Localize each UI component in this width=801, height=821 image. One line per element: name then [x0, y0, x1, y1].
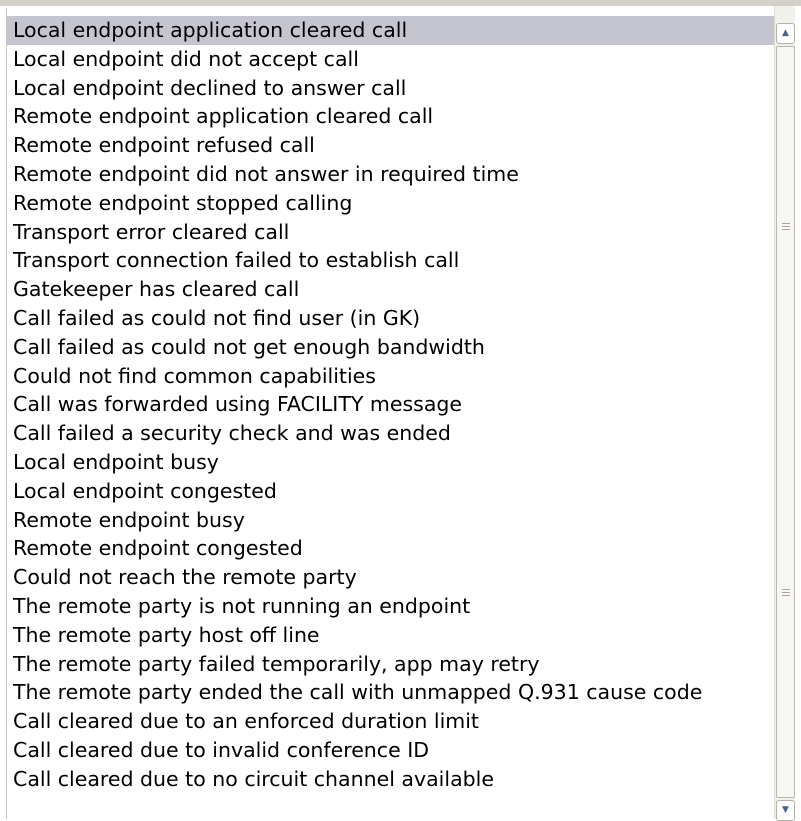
list-items: Local endpoint application cleared call L…	[7, 16, 777, 794]
list-item[interactable]: Local endpoint busy	[7, 448, 777, 477]
list-item[interactable]: Local endpoint congested	[7, 477, 777, 506]
list-item[interactable]: The remote party host off line	[7, 621, 777, 650]
list-item[interactable]: Remote endpoint congested	[7, 534, 777, 563]
list-item[interactable]: Call cleared due to invalid conference I…	[7, 736, 777, 765]
list-item[interactable]: Call failed as could not get enough band…	[7, 333, 777, 362]
list-item[interactable]: The remote party is not running an endpo…	[7, 592, 777, 621]
list-item[interactable]: Call failed a security check and was end…	[7, 419, 777, 448]
grip-icon	[782, 589, 790, 596]
list-item[interactable]: Remote endpoint application cleared call	[7, 102, 777, 131]
list-item[interactable]: Call was forwarded using FACILITY messag…	[7, 390, 777, 419]
list-item[interactable]: Call cleared due to an enforced duration…	[7, 707, 777, 736]
list-item[interactable]: Remote endpoint did not answer in requir…	[7, 160, 777, 189]
list-item[interactable]: The remote party ended the call with unm…	[7, 678, 777, 707]
grip-icon	[782, 223, 790, 230]
list-item[interactable]: Local endpoint did not accept call	[7, 45, 777, 74]
scroll-up-button[interactable]: ▲	[776, 23, 795, 44]
list-item[interactable]: Local endpoint application cleared call	[7, 16, 777, 45]
call-end-reason-listbox[interactable]: Local endpoint application cleared call L…	[6, 8, 801, 819]
window-top-edge	[0, 0, 801, 6]
vertical-scrollbar[interactable]: ▲ ▼	[774, 6, 795, 821]
chevron-down-icon: ▼	[782, 805, 789, 815]
list-item[interactable]: Remote endpoint stopped calling	[7, 189, 777, 218]
chevron-up-icon: ▲	[782, 28, 789, 38]
list-item[interactable]: Transport error cleared call	[7, 218, 777, 247]
list-item[interactable]: Call failed as could not find user (in G…	[7, 304, 777, 333]
list-item[interactable]: Transport connection failed to establish…	[7, 246, 777, 275]
list-item[interactable]: Local endpoint declined to answer call	[7, 74, 777, 103]
list-item[interactable]: Could not reach the remote party	[7, 563, 777, 592]
list-item[interactable]: The remote party failed temporarily, app…	[7, 650, 777, 679]
list-item[interactable]: Gatekeeper has cleared call	[7, 275, 777, 304]
list-item[interactable]: Call cleared due to no circuit channel a…	[7, 765, 777, 794]
scroll-thumb[interactable]	[776, 46, 795, 798]
list-item[interactable]: Remote endpoint refused call	[7, 131, 777, 160]
list-item[interactable]: Remote endpoint busy	[7, 506, 777, 535]
scroll-down-button[interactable]: ▼	[776, 800, 795, 821]
list-item[interactable]: Could not find common capabilities	[7, 362, 777, 391]
